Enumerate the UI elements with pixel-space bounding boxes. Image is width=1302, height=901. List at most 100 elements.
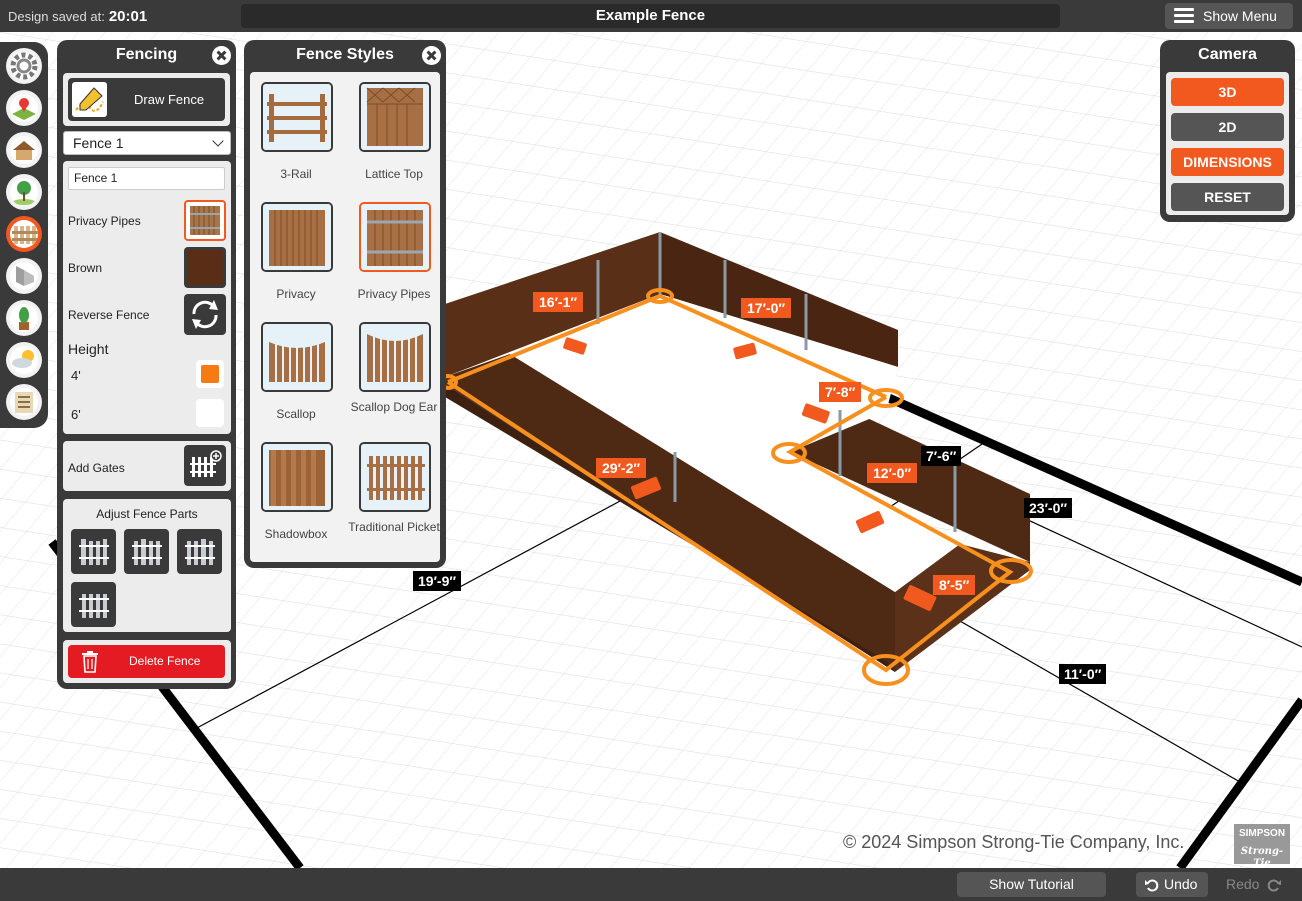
dimension-label: 7′-6″ [921, 446, 962, 466]
camera-title: Camera [1198, 46, 1257, 63]
style-label: 3-Rail [280, 167, 312, 181]
style-card-shadowbox[interactable] [261, 442, 333, 512]
dimension-label: 11′-0″ [1059, 664, 1107, 684]
adjust-part-middle-button[interactable] [124, 529, 169, 574]
fence-part-icon [79, 539, 109, 565]
adjust-part-left-end-button[interactable] [71, 529, 116, 574]
gate-add-icon [190, 450, 222, 477]
adjust-part-post-button[interactable] [71, 582, 116, 627]
left-toolbar [0, 42, 48, 428]
fence-shadowbox-image [263, 444, 331, 510]
segment-label: 12′-0″ [867, 463, 918, 483]
fence-style-swatch[interactable] [184, 200, 226, 241]
redo-button[interactable]: Redo [1220, 872, 1292, 897]
fence-properties-box: Fence 1 Privacy Pipes Brown Reverse Fenc… [63, 161, 231, 434]
undo-label: Undo [1164, 876, 1198, 892]
style-card-privacy-pipes[interactable] [359, 202, 431, 272]
style-label: Traditional Picket [348, 520, 440, 534]
house-icon[interactable] [6, 132, 42, 168]
dimension-label: 19′-9″ [413, 571, 462, 591]
redo-icon [1267, 879, 1281, 892]
style-label: Lattice Top [365, 167, 423, 181]
style-card-3-rail[interactable] [261, 82, 333, 152]
dimension-label: 23′-0″ [1024, 498, 1073, 518]
segment-label: 17′-0″ [741, 298, 792, 318]
show-menu-button[interactable]: Show Menu [1165, 3, 1293, 29]
fence-select-value: Fence 1 [73, 135, 124, 151]
design-title[interactable]: Example Fence [241, 4, 1060, 28]
map-location-icon[interactable] [6, 90, 42, 126]
radio-selected-indicator [201, 365, 219, 383]
style-label: Scallop [276, 407, 316, 421]
redo-label: Redo [1226, 876, 1260, 892]
fence-3-rail-image [263, 84, 331, 150]
tree-icon[interactable] [6, 174, 42, 210]
undo-button[interactable]: Undo [1136, 872, 1208, 897]
pencil-draw-icon [72, 82, 107, 117]
fence-icon[interactable] [6, 216, 42, 252]
weather-icon[interactable] [6, 342, 42, 378]
fence-lattice-top-image [361, 84, 429, 150]
delete-fence-label: Delete Fence [129, 654, 201, 668]
brand-logo: SIMPSON Strong-Tie [1234, 824, 1290, 868]
fence-styles-title: Fence Styles [296, 46, 394, 63]
fence-traditional-picket-image [361, 444, 429, 510]
adjust-part-right-end-button[interactable] [177, 529, 222, 574]
copyright-text: © 2024 Simpson Strong-Tie Company, Inc. [843, 832, 1185, 852]
height-option-label: 6' [71, 407, 81, 422]
fencing-panel-title: Fencing [115, 46, 178, 63]
segment-label: 7′-8″ [819, 382, 862, 402]
draw-fence-button[interactable]: Draw Fence [68, 78, 225, 121]
fence-name-input[interactable]: Fence 1 [68, 167, 225, 190]
draw-fence-box: Draw Fence [63, 73, 230, 126]
save-status-label: Design saved at: [8, 9, 105, 24]
fence-style-label: Privacy Pipes [68, 214, 141, 228]
save-time: 20:01 [108, 8, 148, 25]
camera-panel: Camera 3D 2D DIMENSIONS RESET [1160, 40, 1295, 222]
trash-icon [82, 651, 98, 673]
fence-scallop-dog-ear-image [361, 324, 429, 390]
height-4-radio[interactable] [196, 360, 224, 388]
camera-3d-button[interactable]: 3D [1171, 78, 1284, 106]
fence-color-swatch[interactable] [184, 247, 226, 288]
hamburger-icon [1174, 8, 1194, 24]
delete-fence-button[interactable]: Delete Fence [68, 645, 225, 678]
fence-part-icon [79, 594, 109, 618]
camera-2d-button[interactable]: 2D [1171, 113, 1284, 141]
settings-gear-icon[interactable] [6, 48, 42, 84]
close-fencing-panel-icon[interactable] [212, 46, 231, 65]
style-card-traditional-picket[interactable] [359, 442, 431, 512]
color-chip [187, 250, 223, 285]
show-tutorial-button[interactable]: Show Tutorial [957, 872, 1106, 897]
style-card-scallop-dog-ear[interactable] [359, 322, 431, 392]
fence-privacy-pipes-image [361, 204, 429, 270]
height-option-label: 4' [71, 368, 81, 383]
style-card-privacy[interactable] [261, 202, 333, 272]
style-card-scallop[interactable] [261, 322, 333, 392]
height-label: Height [68, 341, 109, 357]
draw-fence-label: Draw Fence [134, 92, 205, 107]
style-card-lattice-top[interactable] [359, 82, 431, 152]
list-notes-icon[interactable] [6, 384, 42, 420]
adjust-parts-label: Adjust Fence Parts [96, 507, 198, 521]
style-label: Privacy [276, 287, 316, 301]
dimensions-toggle-button[interactable]: DIMENSIONS [1171, 148, 1284, 176]
height-6-radio[interactable] [196, 399, 224, 427]
undo-icon [1145, 879, 1159, 892]
plant-icon[interactable] [6, 300, 42, 336]
close-fence-styles-icon[interactable] [422, 46, 441, 65]
fence-color-label: Brown [68, 261, 103, 275]
add-gates-button[interactable] [184, 445, 226, 486]
reverse-fence-button[interactable] [184, 294, 226, 335]
chevron-down-icon [212, 135, 224, 147]
gates-box: Add Gates [63, 441, 231, 491]
pipe-fitting-icon[interactable] [6, 258, 42, 294]
reverse-fence-label: Reverse Fence [68, 308, 150, 322]
fence-select-dropdown[interactable]: Fence 1 [63, 131, 231, 155]
adjust-parts-box: Adjust Fence Parts [63, 499, 231, 632]
add-gates-label: Add Gates [68, 461, 125, 475]
segment-label: 29′-2″ [596, 458, 647, 478]
reverse-arrows-icon [192, 300, 218, 329]
fence-privacy-image [263, 204, 331, 270]
camera-reset-button[interactable]: RESET [1171, 183, 1284, 211]
